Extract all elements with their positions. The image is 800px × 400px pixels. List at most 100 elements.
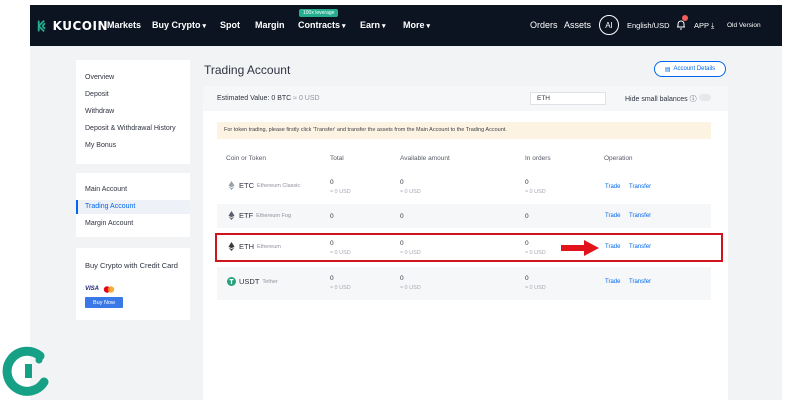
download-icon: ⤓ <box>711 21 715 30</box>
logo-text: KUCOIN <box>52 18 108 33</box>
table-row: ETC Ethereum Classic 0 ≈ 0 USD 0 ≈ 0 USD… <box>217 172 711 202</box>
available-value: 0 <box>400 213 404 220</box>
estimated-value: Estimated Value: 0 BTC ≈ 0 USD <box>217 95 320 102</box>
sidebar-item-trading-account[interactable]: Trading Account <box>76 200 190 214</box>
transfer-notice: For token trading, please firstly click … <box>217 122 711 139</box>
estimated-value-label: Estimated Value: <box>217 95 270 102</box>
page-body: Overview Deposit Withdraw Deposit & With… <box>30 46 782 400</box>
estimated-value-usd: ≈ 0 USD <box>293 95 320 102</box>
kucoin-logo-icon <box>37 19 46 32</box>
chevron-down-icon: ▾ <box>202 23 207 30</box>
sidebar-item-my-bonus[interactable]: My Bonus <box>85 142 116 149</box>
document-icon: ▤ <box>664 66 671 73</box>
sidebar-menu-accounts: Main Account Trading Account Margin Acco… <box>76 173 190 237</box>
notification-dot <box>682 15 688 21</box>
credit-card-promo: Buy Crypto with Credit Card VISA Buy Now <box>76 248 190 320</box>
available-usd: ≈ 0 USD <box>400 189 421 195</box>
app-download[interactable]: APP ⤓ <box>694 21 714 31</box>
nav-spot-label: Spot <box>220 20 240 30</box>
in-orders-value: 0 <box>525 275 529 282</box>
in-orders-usd: ≈ 0 USD <box>525 285 546 291</box>
total-value: 0 <box>330 179 334 186</box>
top-nav: KUCOIN Markets Buy Crypto ▾ Spot Margin 1… <box>30 5 782 46</box>
trade-link[interactable]: Trade <box>605 184 620 190</box>
sidebar-item-main-account[interactable]: Main Account <box>85 186 127 193</box>
transfer-link[interactable]: Transfer <box>629 184 651 190</box>
column-header-operation: Operation <box>604 155 633 162</box>
nav-markets[interactable]: Markets <box>107 20 141 30</box>
nav-more-label: More <box>403 20 425 30</box>
nav-markets-label: Markets <box>107 20 142 30</box>
old-version-link[interactable]: Old Version <box>727 22 761 29</box>
in-orders-value: 0 <box>525 179 529 186</box>
hide-small-balances-toggle[interactable] <box>699 94 711 101</box>
column-header-in-orders: In orders <box>525 155 551 162</box>
promo-title: Buy Crypto with Credit Card <box>85 261 178 270</box>
coin-cell: ETC Ethereum Classic <box>227 181 300 190</box>
nav-orders[interactable]: Orders <box>530 20 558 30</box>
tether-icon <box>227 277 236 286</box>
nav-earn-label: Earn <box>360 20 381 30</box>
sidebar-item-history[interactable]: Deposit & Withdrawal History <box>85 125 176 132</box>
total-value: 0 <box>330 213 334 220</box>
active-indicator <box>76 200 78 214</box>
total-usd: ≈ 0 USD <box>330 285 351 291</box>
trade-link[interactable]: Trade <box>605 279 620 285</box>
in-orders-usd: ≈ 0 USD <box>525 189 546 195</box>
sidebar-item-margin-account[interactable]: Margin Account <box>85 220 133 227</box>
help-icon[interactable]: ⓘ <box>690 96 697 103</box>
screenshot-frame: KUCOIN Markets Buy Crypto ▾ Spot Margin 1… <box>0 0 800 400</box>
account-details-button[interactable]: ▤ Account Details <box>654 61 726 77</box>
chevron-down-icon: ▾ <box>382 23 386 30</box>
estimated-value-btc: 0 BTC <box>271 95 292 102</box>
chevron-down-icon: ▾ <box>426 23 431 30</box>
eth-row-highlight-box <box>215 233 723 262</box>
nav-assets[interactable]: Assets <box>564 20 591 30</box>
nav-buy-crypto[interactable]: Buy Crypto ▾ <box>152 20 206 30</box>
available-usd: ≈ 0 USD <box>400 285 421 291</box>
sidebar-item-overview[interactable]: Overview <box>85 74 114 81</box>
coin-symbol: USDT <box>239 277 260 286</box>
buy-now-button[interactable]: Buy Now <box>85 297 123 308</box>
trade-link[interactable]: Trade <box>605 213 620 219</box>
coin-name: Ethereum Fog <box>256 212 292 219</box>
nav-spot[interactable]: Spot <box>220 20 240 30</box>
arrow-right-icon <box>561 240 599 256</box>
mastercard-logo-icon <box>103 286 115 293</box>
sidebar-item-label: Trading Account <box>85 203 136 210</box>
table-row: ETF Ethereum Fog 0 0 0 Trade Transfer <box>217 204 711 228</box>
available-value: 0 <box>400 275 404 282</box>
hide-small-balances-label: Hide small balances <box>625 96 688 103</box>
coin-symbol: ETF <box>239 211 254 220</box>
table-row: USDT Tether 0 ≈ 0 USD 0 ≈ 0 USD 0 ≈ 0 US… <box>217 267 711 300</box>
nav-earn[interactable]: Earn ▾ <box>360 20 386 30</box>
transfer-link[interactable]: Transfer <box>629 279 651 285</box>
column-header-total: Total <box>330 155 344 162</box>
sidebar-item-deposit[interactable]: Deposit <box>85 91 109 98</box>
coin-search-input[interactable] <box>530 92 606 105</box>
kucoin-logo[interactable]: KUCOIN <box>36 19 108 33</box>
sidebar-item-withdraw[interactable]: Withdraw <box>85 108 114 115</box>
nav-contracts[interactable]: Contracts ▾ <box>298 20 346 30</box>
nav-margin-label: Margin <box>255 20 285 30</box>
coin-cell: ETF Ethereum Fog <box>227 211 291 220</box>
nav-contracts-label: Contracts <box>298 20 341 30</box>
coin-cell: USDT Tether <box>227 277 278 286</box>
page-title: Trading Account <box>204 63 291 77</box>
account-details-label: Account Details <box>673 66 716 72</box>
nav-more[interactable]: More ▾ <box>403 20 430 30</box>
avatar[interactable]: AI <box>599 15 619 35</box>
nav-buy-crypto-label: Buy Crypto <box>152 20 201 30</box>
coin-symbol: ETC <box>239 181 254 190</box>
ethereum-fog-icon <box>228 211 235 220</box>
column-header-coin: Coin or Token <box>226 155 266 162</box>
transfer-link[interactable]: Transfer <box>629 213 651 219</box>
language-currency-selector[interactable]: English/USD <box>627 21 670 30</box>
coin-name: Tether <box>262 278 278 285</box>
ethereum-classic-icon <box>228 181 235 190</box>
nav-margin[interactable]: Margin <box>255 20 285 30</box>
total-value: 0 <box>330 275 334 282</box>
app-label: APP <box>694 21 710 30</box>
visa-logo: VISA <box>85 286 100 292</box>
in-orders-value: 0 <box>525 213 529 220</box>
